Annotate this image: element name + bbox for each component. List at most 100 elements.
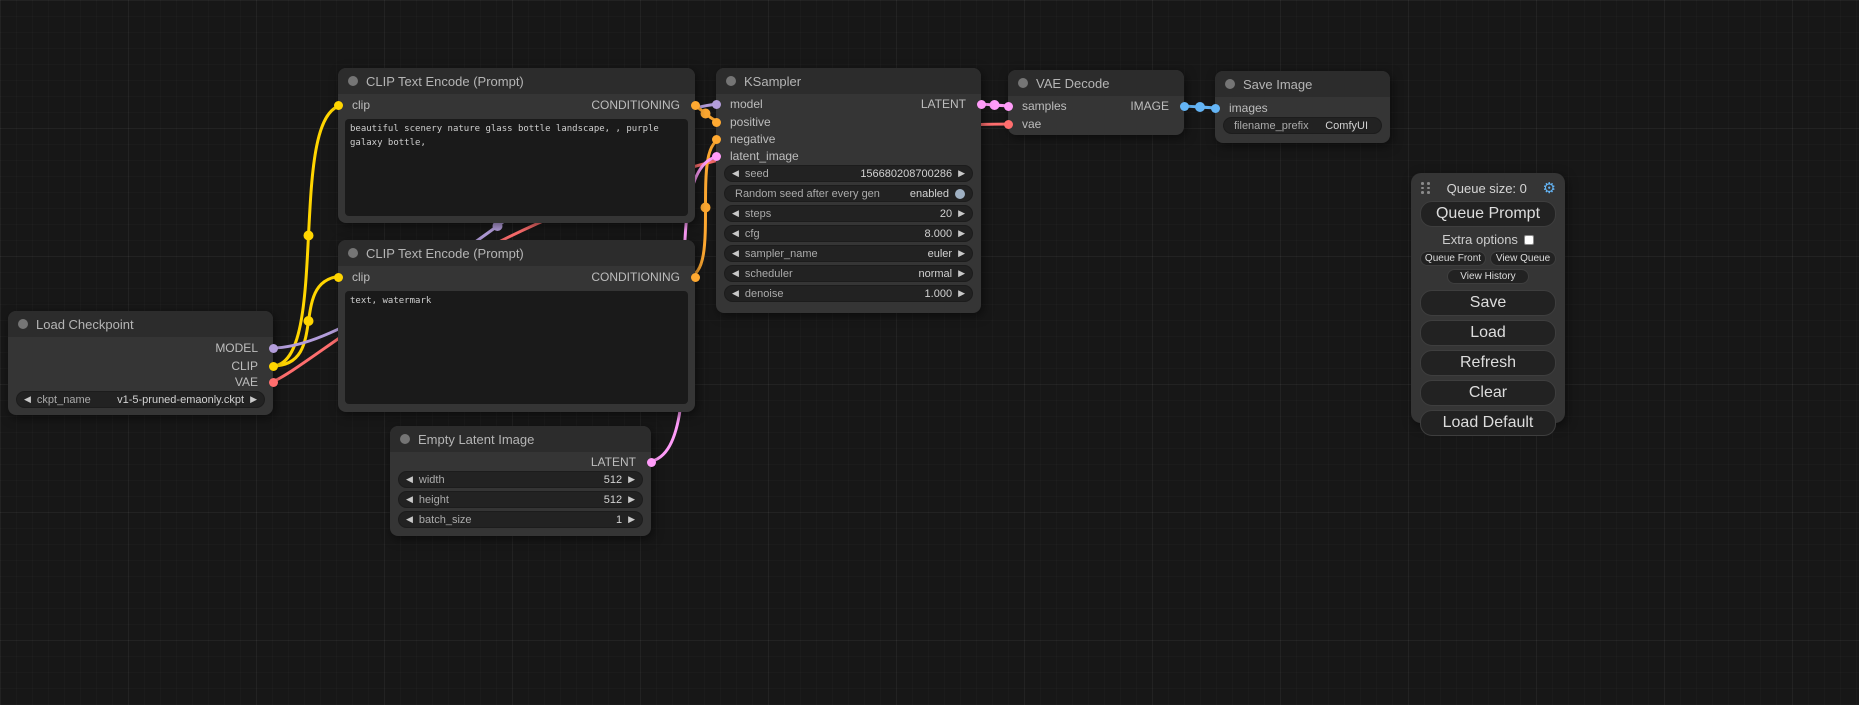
negative-input-port[interactable] [712, 135, 721, 144]
output-slot-label: CONDITIONING [591, 271, 680, 283]
increment-arrow-icon[interactable]: ▶ [628, 475, 635, 484]
node-header[interactable]: VAE Decode [1008, 70, 1184, 96]
input-slot-label: negative [730, 133, 775, 145]
node-header[interactable]: CLIP Text Encode (Prompt) [338, 240, 695, 266]
decrement-arrow-icon[interactable]: ◀ [732, 169, 739, 178]
vae-output-port[interactable] [269, 378, 278, 387]
width-widget[interactable]: ◀ width 512 ▶ [398, 471, 643, 488]
clip-input-port[interactable] [334, 273, 343, 282]
collapse-dot-icon[interactable] [18, 319, 28, 329]
view-history-button[interactable]: View History [1447, 269, 1529, 284]
node-title: CLIP Text Encode (Prompt) [366, 246, 524, 261]
increment-arrow-icon[interactable]: ▶ [250, 395, 257, 404]
random-seed-toggle-widget[interactable]: Random seed after every gen enabled [724, 185, 973, 202]
increment-arrow-icon[interactable]: ▶ [958, 289, 965, 298]
queue-front-button[interactable]: Queue Front [1420, 251, 1486, 266]
output-slot-label: CONDITIONING [591, 99, 680, 111]
widget-label: sampler_name [745, 248, 818, 260]
increment-arrow-icon[interactable]: ▶ [628, 515, 635, 524]
decrement-arrow-icon[interactable]: ◀ [732, 209, 739, 218]
toggle-knob-icon[interactable] [955, 189, 965, 199]
increment-arrow-icon[interactable]: ▶ [958, 229, 965, 238]
settings-gear-icon[interactable]: ⚙ [1543, 181, 1556, 196]
input-slot-label: latent_image [730, 150, 799, 162]
collapse-dot-icon[interactable] [1225, 79, 1235, 89]
extra-options-checkbox[interactable] [1524, 235, 1534, 245]
decrement-arrow-icon[interactable]: ◀ [406, 475, 413, 484]
prompt-textarea[interactable]: beautiful scenery nature glass bottle la… [345, 119, 688, 216]
collapse-dot-icon[interactable] [1018, 78, 1028, 88]
widget-value: enabled [880, 188, 949, 200]
collapse-dot-icon[interactable] [348, 76, 358, 86]
node-title: CLIP Text Encode (Prompt) [366, 74, 524, 89]
decrement-arrow-icon[interactable]: ◀ [732, 289, 739, 298]
latent-image-input-port[interactable] [712, 152, 721, 161]
vae-input-port[interactable] [1004, 120, 1013, 129]
images-input-port[interactable] [1211, 104, 1220, 113]
scheduler-widget[interactable]: ◀ scheduler normal ▶ [724, 265, 973, 282]
positive-input-port[interactable] [712, 118, 721, 127]
save-button[interactable]: Save [1420, 290, 1556, 316]
samples-input-port[interactable] [1004, 102, 1013, 111]
node-empty-latent-image: Empty Latent Image LATENT ◀ width 512 ▶ … [390, 426, 651, 536]
latent-output-port[interactable] [977, 100, 986, 109]
decrement-arrow-icon[interactable]: ◀ [732, 229, 739, 238]
model-output-port[interactable] [269, 344, 278, 353]
model-input-port[interactable] [712, 100, 721, 109]
drag-handle[interactable] [1421, 182, 1431, 194]
node-save-image: Save Image images filename_prefix ComfyU… [1215, 71, 1390, 143]
widget-label: batch_size [419, 514, 472, 526]
decrement-arrow-icon[interactable]: ◀ [406, 515, 413, 524]
collapse-dot-icon[interactable] [348, 248, 358, 258]
increment-arrow-icon[interactable]: ▶ [958, 209, 965, 218]
node-header[interactable]: Save Image [1215, 71, 1390, 97]
filename-prefix-widget[interactable]: filename_prefix ComfyUI [1223, 117, 1382, 134]
sampler-name-widget[interactable]: ◀ sampler_name euler ▶ [724, 245, 973, 262]
cfg-widget[interactable]: ◀ cfg 8.000 ▶ [724, 225, 973, 242]
collapse-dot-icon[interactable] [726, 76, 736, 86]
load-default-button[interactable]: Load Default [1420, 410, 1556, 436]
node-header[interactable]: KSampler [716, 68, 981, 94]
decrement-arrow-icon[interactable]: ◀ [24, 395, 31, 404]
queue-prompt-button[interactable]: Queue Prompt [1420, 201, 1556, 227]
node-header[interactable]: Load Checkpoint [8, 311, 273, 337]
node-header[interactable]: Empty Latent Image [390, 426, 651, 452]
conditioning-output-port[interactable] [691, 273, 700, 282]
ckpt-name-widget[interactable]: ◀ ckpt_name v1-5-pruned-emaonly.ckpt ▶ [16, 391, 265, 408]
collapse-dot-icon[interactable] [400, 434, 410, 444]
decrement-arrow-icon[interactable]: ◀ [732, 249, 739, 258]
increment-arrow-icon[interactable]: ▶ [958, 169, 965, 178]
clip-output-port[interactable] [269, 362, 278, 371]
link-midpoint-dot [701, 109, 711, 119]
output-slot-label: MODEL [215, 342, 258, 354]
widget-value: 8.000 [760, 228, 952, 240]
widget-value: 512 [445, 474, 622, 486]
image-output-port[interactable] [1180, 102, 1189, 111]
link-midpoint-dot [701, 203, 711, 213]
load-button[interactable]: Load [1420, 320, 1556, 346]
decrement-arrow-icon[interactable]: ◀ [406, 495, 413, 504]
denoise-widget[interactable]: ◀ denoise 1.000 ▶ [724, 285, 973, 302]
output-slot-label: IMAGE [1130, 100, 1169, 112]
increment-arrow-icon[interactable]: ▶ [958, 269, 965, 278]
node-load-checkpoint: Load Checkpoint MODEL CLIP VAE ◀ ckpt_na… [8, 311, 273, 415]
clip-input-port[interactable] [334, 101, 343, 110]
batch-size-widget[interactable]: ◀ batch_size 1 ▶ [398, 511, 643, 528]
conditioning-output-port[interactable] [691, 101, 700, 110]
prompt-textarea[interactable]: text, watermark [345, 291, 688, 404]
latent-output-port[interactable] [647, 458, 656, 467]
height-widget[interactable]: ◀ height 512 ▶ [398, 491, 643, 508]
decrement-arrow-icon[interactable]: ◀ [732, 269, 739, 278]
node-title: Empty Latent Image [418, 432, 534, 447]
widget-value: v1-5-pruned-emaonly.ckpt [91, 394, 244, 406]
extra-options-label: Extra options [1442, 232, 1518, 247]
node-clip-text-encode-negative: CLIP Text Encode (Prompt) clip CONDITION… [338, 240, 695, 412]
clear-button[interactable]: Clear [1420, 380, 1556, 406]
increment-arrow-icon[interactable]: ▶ [958, 249, 965, 258]
node-header[interactable]: CLIP Text Encode (Prompt) [338, 68, 695, 94]
steps-widget[interactable]: ◀ steps 20 ▶ [724, 205, 973, 222]
refresh-button[interactable]: Refresh [1420, 350, 1556, 376]
increment-arrow-icon[interactable]: ▶ [628, 495, 635, 504]
seed-widget[interactable]: ◀ seed 156680208700286 ▶ [724, 165, 973, 182]
view-queue-button[interactable]: View Queue [1490, 251, 1556, 266]
